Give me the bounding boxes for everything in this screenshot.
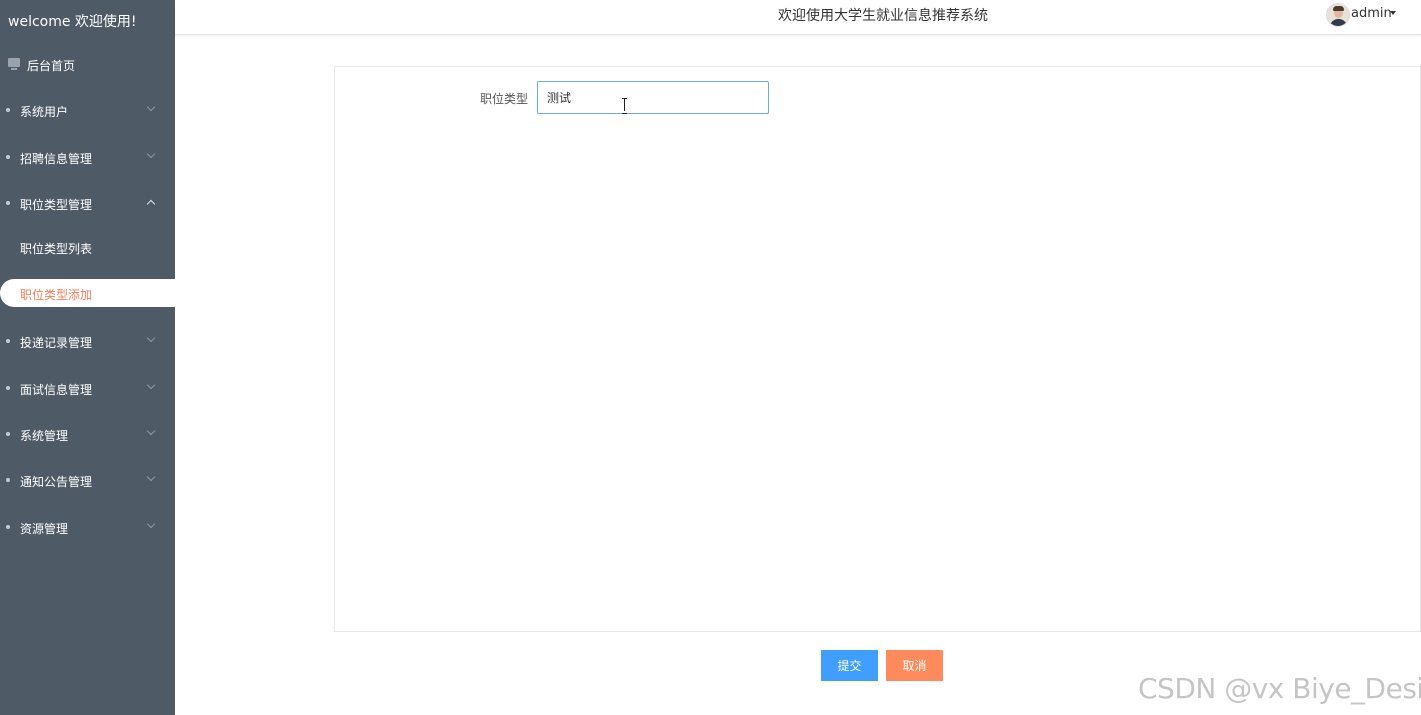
chevron-down-icon (146, 426, 156, 436)
caret-down-icon[interactable] (1390, 11, 1396, 15)
bullet-icon (6, 525, 10, 529)
sidebar-subitem-label: 职位类型添加 (20, 288, 93, 302)
sidebar-item-system-users[interactable]: 系统用户 (0, 98, 175, 122)
page-title: 欢迎使用大学生就业信息推荐系统 (778, 8, 988, 24)
bullet-icon (6, 108, 10, 112)
form-panel (334, 66, 1421, 632)
top-header: 欢迎使用大学生就业信息推荐系统 admin (175, 0, 1421, 35)
sidebar: welcome 欢迎使用! 后台首页 系统用户 招聘信息管理 职位类型管理 职位… (0, 0, 175, 715)
sidebar-item-home[interactable]: 后台首页 (0, 52, 175, 76)
sidebar-item-delivery-records[interactable]: 投递记录管理 (0, 329, 175, 353)
sidebar-item-label: 系统管理 (20, 429, 69, 443)
bullet-icon (6, 201, 10, 205)
sidebar-item-interviews[interactable]: 面试信息管理 (0, 376, 175, 400)
sidebar-item-label: 面试信息管理 (20, 383, 93, 397)
user-menu-name[interactable]: admin (1351, 6, 1392, 21)
chevron-down-icon (146, 519, 156, 529)
bullet-icon (6, 155, 10, 159)
sidebar-item-announcements[interactable]: 通知公告管理 (0, 468, 175, 492)
bullet-icon (6, 386, 10, 390)
text-cursor-icon (621, 98, 629, 114)
sidebar-item-label: 通知公告管理 (20, 475, 93, 489)
monitor-icon (8, 58, 20, 70)
sidebar-subitem-position-type-add[interactable]: 职位类型添加 (0, 279, 175, 307)
sidebar-item-label: 招聘信息管理 (20, 152, 93, 166)
watermark: CSDN @vx Biye_Design (1138, 672, 1421, 705)
sidebar-item-label: 后台首页 (27, 59, 76, 73)
bullet-icon (6, 339, 10, 343)
sidebar-item-position-types[interactable]: 职位类型管理 (0, 191, 175, 215)
sidebar-item-resources[interactable]: 资源管理 (0, 515, 175, 539)
sidebar-item-label: 系统用户 (20, 105, 69, 119)
chevron-down-icon (146, 149, 156, 159)
position-type-label: 职位类型 (480, 92, 529, 106)
sidebar-item-system-management[interactable]: 系统管理 (0, 422, 175, 446)
chevron-down-icon (146, 472, 156, 482)
chevron-down-icon (146, 380, 156, 390)
brand-title: welcome 欢迎使用! (8, 14, 137, 30)
sidebar-subitem-position-type-list[interactable]: 职位类型列表 (0, 233, 175, 261)
position-type-input[interactable] (537, 81, 769, 114)
chevron-down-icon (146, 333, 156, 343)
sidebar-item-label: 资源管理 (20, 522, 69, 536)
bullet-icon (6, 432, 10, 436)
chevron-up-icon (146, 199, 156, 209)
sidebar-item-recruitment[interactable]: 招聘信息管理 (0, 145, 175, 169)
cancel-button[interactable]: 取消 (886, 650, 943, 681)
chevron-down-icon (146, 102, 156, 112)
avatar[interactable] (1326, 3, 1350, 27)
sidebar-item-label: 投递记录管理 (20, 336, 93, 350)
submit-button[interactable]: 提交 (821, 650, 878, 681)
sidebar-item-label: 职位类型管理 (20, 198, 93, 212)
sidebar-subitem-label: 职位类型列表 (20, 242, 93, 256)
bullet-icon (6, 478, 10, 482)
